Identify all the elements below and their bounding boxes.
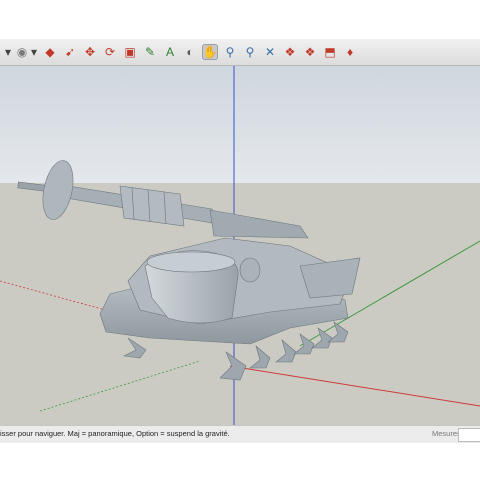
extension-warehouse-icon[interactable]: ⬒ [322, 44, 338, 60]
text-icon[interactable]: A [162, 44, 178, 60]
status-bar: isser pour naviguer. Maj = panoramique, … [0, 425, 480, 443]
sky [0, 66, 480, 183]
status-hint-text: isser pour naviguer. Maj = panoramique, … [0, 429, 230, 438]
orbit-icon[interactable]: ◐ [182, 44, 198, 60]
measurements-input[interactable] [458, 428, 480, 442]
toolbar: ▾ ◉ ▾ ◆ ➹ ✥ ⟳ ▣ ✎ A ◐ ✋ ⚲ ⚲ ✕ ❖ ❖ ⬒ ♦ [0, 39, 480, 66]
ruby-icon[interactable]: ♦ [342, 44, 358, 60]
scale-icon[interactable]: ▣ [122, 44, 138, 60]
push-pull-icon[interactable]: ◆ [42, 44, 58, 60]
move-icon[interactable]: ✥ [82, 44, 98, 60]
sensor-pod [239, 257, 261, 283]
tape-measure-icon[interactable]: ✎ [142, 44, 158, 60]
3d-viewport[interactable] [0, 66, 480, 425]
zoom-window-icon[interactable]: ⚲ [242, 44, 258, 60]
follow-me-icon[interactable]: ➹ [62, 44, 78, 60]
warehouse-icon[interactable]: ❖ [282, 44, 298, 60]
rotate-icon[interactable]: ⟳ [102, 44, 118, 60]
chevron-down-icon[interactable]: ▾ [26, 44, 42, 60]
zoom-extents-icon[interactable]: ✕ [262, 44, 278, 60]
zoom-icon[interactable]: ⚲ [222, 44, 238, 60]
share-model-icon[interactable]: ❖ [302, 44, 318, 60]
pan-icon[interactable]: ✋ [202, 44, 218, 60]
measurements-label: Mesures [432, 429, 461, 438]
